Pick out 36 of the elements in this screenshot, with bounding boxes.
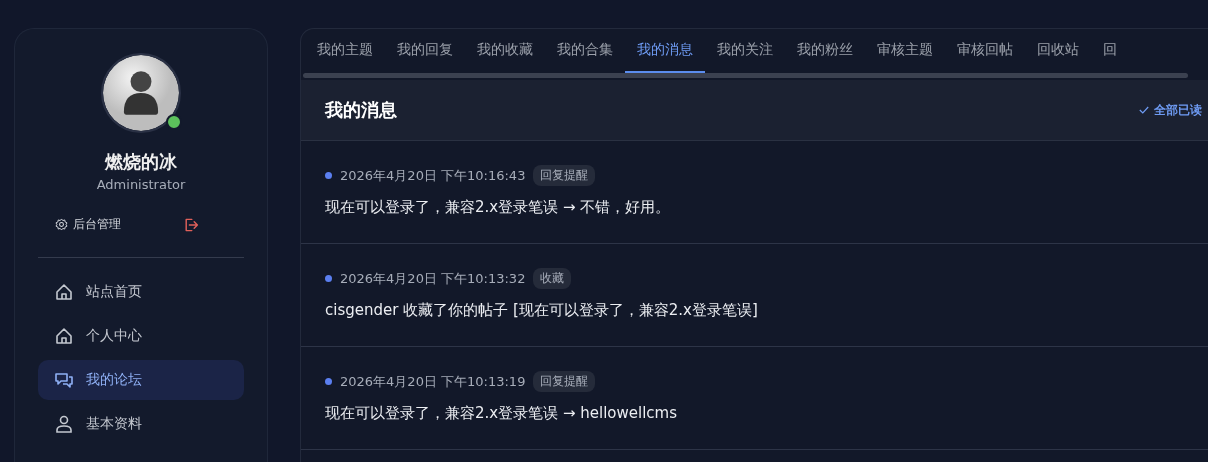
- tab[interactable]: 我的粉丝: [785, 29, 865, 73]
- mark-all-read-button[interactable]: 全部已读: [1138, 101, 1202, 119]
- logout-icon[interactable]: [183, 216, 199, 233]
- user-name: 燃烧的冰: [105, 150, 177, 174]
- tab[interactable]: 回收站: [1025, 29, 1091, 73]
- sidebar-item[interactable]: 我的论坛: [38, 360, 244, 400]
- message-tag: 收藏: [533, 268, 572, 289]
- tab[interactable]: 审核主题: [865, 29, 945, 73]
- user-role: Administrator: [96, 177, 186, 192]
- home-icon: [54, 282, 74, 302]
- tab[interactable]: 我的回复: [385, 29, 465, 73]
- person-icon: [54, 414, 74, 434]
- tab[interactable]: 回: [1091, 29, 1129, 73]
- settings-icon: [55, 218, 68, 231]
- panel-title: 我的消息: [325, 98, 397, 122]
- message-time: 2026年4月20日 下午10:13:19: [340, 372, 526, 391]
- message-tag: 回复提醒: [533, 371, 596, 392]
- message-text: cisgender 收藏了你的帖子 [现在可以登录了，兼容2.x登录笔误]: [325, 301, 759, 320]
- tab[interactable]: 我的合集: [545, 29, 625, 73]
- message-tag: 回复提醒: [533, 165, 596, 186]
- admin-link[interactable]: 后台管理: [55, 216, 121, 233]
- sidebar-item[interactable]: 个人中心: [38, 316, 244, 356]
- chat-icon: [54, 370, 74, 390]
- tab[interactable]: 我的主题: [305, 29, 385, 73]
- tab[interactable]: 我的收藏: [465, 29, 545, 73]
- home-icon: [54, 326, 74, 346]
- message-time: 2026年4月20日 下午10:16:43: [340, 166, 526, 185]
- sidebar-item[interactable]: 基本资料: [38, 404, 244, 444]
- message-text: 现在可以登录了，兼容2.x登录笔误 → hellowellcms: [325, 404, 679, 423]
- sidebar-item[interactable]: 站点首页: [38, 272, 244, 312]
- message-time: 2026年4月20日 下午10:13:32: [340, 269, 526, 288]
- message-text: 现在可以登录了，兼容2.x登录笔误 → 不错，好用。: [325, 198, 672, 217]
- check-icon: [1138, 104, 1150, 116]
- tab[interactable]: 审核回帖: [945, 29, 1025, 73]
- scrollbar[interactable]: [303, 73, 1188, 78]
- tab[interactable]: 我的关注: [705, 29, 785, 73]
